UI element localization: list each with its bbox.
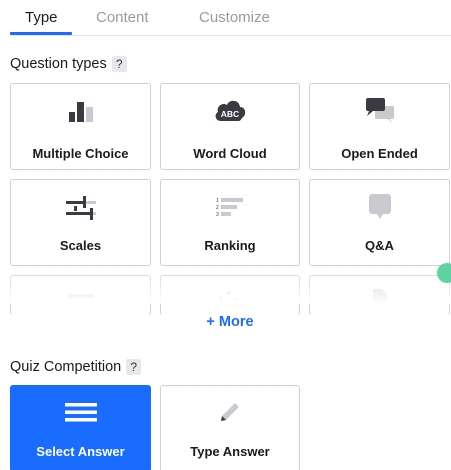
svg-text:1: 1 [216,198,219,204]
ranking-card[interactable]: 1 2 3 Ranking [160,179,300,266]
select-answer-card[interactable]: Select Answer [10,385,151,470]
floating-help-icon[interactable] [437,263,451,283]
card-label: Scales [59,238,102,253]
card-label: Ranking [204,238,256,253]
qa-card[interactable]: Q&A [309,179,450,266]
card-label: Word Cloud [193,146,267,161]
question-types-help-button[interactable]: ? [111,56,127,72]
svg-text:3: 3 [216,212,219,218]
card-label: Q&A [365,238,394,253]
more-types-preview-card [309,275,450,315]
document-preview-icon [372,289,387,302]
pencil-icon [221,403,239,421]
tab-type[interactable]: Type [25,9,58,26]
ranking-list-icon: 1 2 3 [216,198,243,218]
question-types-title: Question types [10,56,107,72]
quiz-competition-heading: Quiz Competition ? [10,359,142,375]
open-ended-card[interactable]: Open Ended [309,83,450,170]
svg-text:2: 2 [216,205,219,211]
list-preview-icon [67,294,94,298]
more-question-types-link[interactable]: + More [0,314,451,330]
question-types-heading: Question types ? [10,56,127,72]
hamburger-list-icon [64,403,97,422]
multiple-choice-card[interactable]: Multiple Choice [10,83,151,170]
quiz-competition-title: Quiz Competition [10,359,122,375]
cloud-abc-icon: ABC [215,100,246,121]
card-label: Type Answer [190,444,270,459]
tab-divider [10,35,451,36]
tab-bar: Type Content Customize [0,0,451,37]
more-types-preview-card [10,275,151,315]
quiz-help-button[interactable]: ? [126,359,142,375]
card-label: Select Answer [36,444,125,459]
tab-content[interactable]: Content [96,9,149,26]
card-label: Multiple Choice [32,146,129,161]
word-cloud-card[interactable]: ABC Word Cloud [160,83,300,170]
bar-chart-icon [68,102,93,122]
svg-text:ABC: ABC [221,109,239,119]
type-answer-card[interactable]: Type Answer [160,385,300,470]
sliders-icon [65,196,96,220]
speech-bubbles-icon [365,98,394,123]
card-label: Open Ended [341,146,418,161]
more-types-preview-card [160,275,300,315]
scatter-preview-icon [219,291,239,301]
scales-card[interactable]: Scales [10,179,151,266]
tab-customize[interactable]: Customize [199,9,270,26]
chat-bubble-icon [368,194,391,219]
